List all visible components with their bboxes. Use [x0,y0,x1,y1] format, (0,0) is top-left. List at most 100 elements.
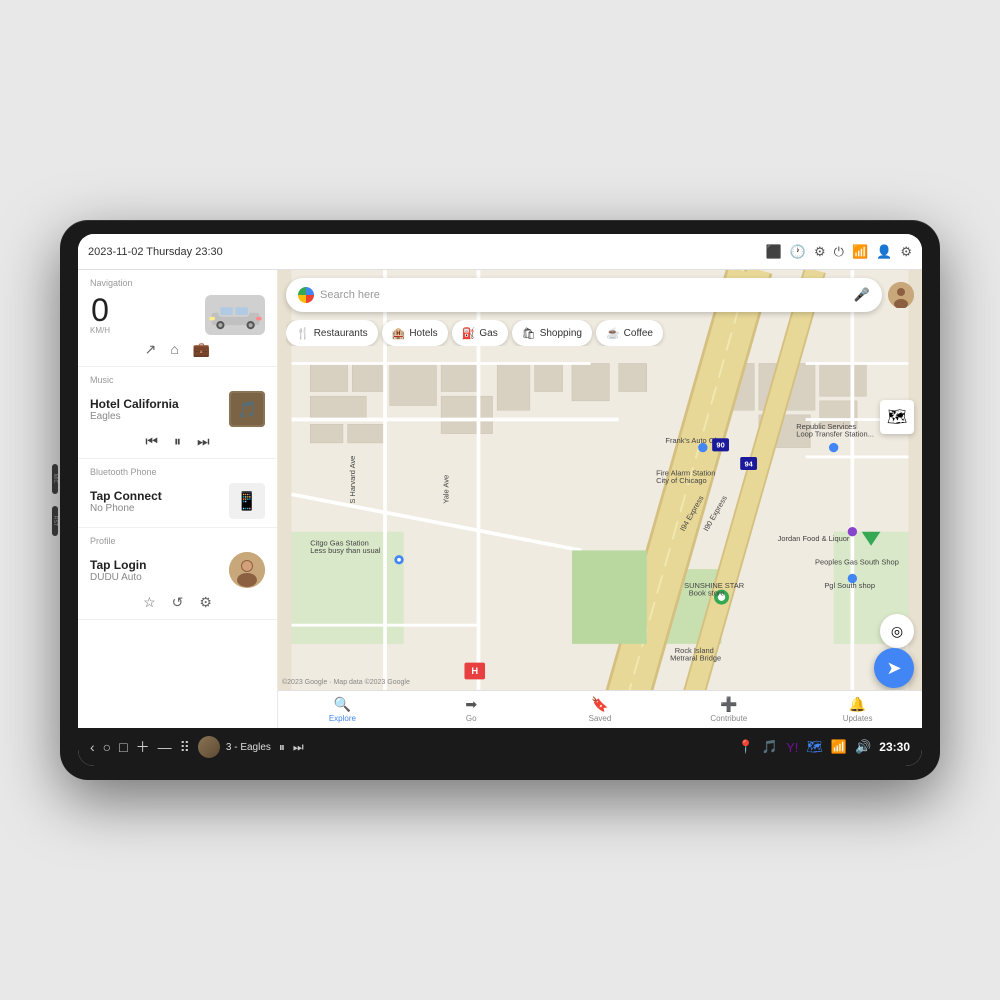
main-content: Navigation 0 KM/H [78,270,922,728]
map-search-bar: Search here 🎤 [286,278,914,312]
bluetooth-label: Bluetooth Phone [90,467,265,477]
bluetooth-info: Tap Connect No Phone [90,489,221,514]
recent-button[interactable]: ↺ [172,594,184,611]
profile-section: Profile Tap Login DUDU Auto [78,528,277,620]
profile-subtitle: DUDU Auto [90,572,221,583]
svg-text:City of Chicago: City of Chicago [656,476,707,485]
filter-pills: 🍴 Restaurants 🏨 Hotels ⛽ Gas 🛍 Shopping [286,320,914,346]
updates-icon: 🔔 [849,696,866,713]
prev-button[interactable]: ⏮ [145,433,158,450]
svg-text:Metraral Bridge: Metraral Bridge [670,654,721,663]
system-time: 23:30 [879,740,910,754]
speed-unit: KM/H [90,326,110,335]
music-thumb-img: 🎵 [229,391,265,427]
layers-icon: 🗺 [887,407,907,427]
hotels-filter[interactable]: 🏨 Hotels [382,320,448,346]
add-button[interactable]: ＋ [136,737,150,757]
explore-icon: 🔍 [334,696,351,713]
svg-text:Pgl South shop: Pgl South shop [824,581,875,590]
contribute-label: Contribute [710,714,747,723]
destination-button[interactable]: 💼 [193,341,210,358]
maps-app-icon: 🗺 [806,739,823,755]
now-playing-controls: ⏸ ⏭ [279,740,304,755]
music-title: Hotel California [90,397,221,411]
explore-tab[interactable]: 🔍 Explore [278,691,407,728]
bottom-bar: ‹ ○ □ ＋ — ⠿ 3 - Eagles ⏸ ⏭ 📍 🎵 Y! 🗺 [78,728,922,766]
navigation-section: Navigation 0 KM/H [78,270,277,367]
svg-text:Jordan Food & Liquor: Jordan Food & Liquor [778,534,850,543]
gear-icon[interactable]: ⚙ [900,244,912,260]
coffee-label: Coffee [624,328,653,339]
car-display-device: MIC RST 2023-11-02 Thursday 23:30 ⬛ 🕐 ⚙ … [60,220,940,780]
volume-icon: 🔊 [855,739,871,755]
recents-button[interactable]: □ [119,739,127,755]
compass-icon: ◎ [891,623,903,640]
display-icon[interactable]: ⬛ [766,244,782,260]
profile-info: Tap Login DUDU Auto [90,558,221,583]
voice-search-button[interactable]: 🎤 [854,287,870,303]
minus-button[interactable]: — [158,739,172,755]
pause-button[interactable]: ⏸ [174,433,181,450]
status-icons: 📍 🎵 Y! 🗺 📶 🔊 23:30 [738,739,910,755]
np-pause-button[interactable]: ⏸ [279,740,285,755]
updates-tab[interactable]: 🔔 Updates [793,691,922,728]
navigate-fab[interactable]: ➤ [874,648,914,688]
svg-text:94: 94 [744,459,753,468]
music-artist: Eagles [90,411,221,422]
profile-label: Profile [90,536,265,546]
rst-button[interactable]: RST [52,506,58,536]
nav-actions: ↗ ⌂ 💼 [90,341,265,358]
search-box[interactable]: Search here 🎤 [286,278,882,312]
shopping-filter[interactable]: 🛍 Shopping [512,320,592,346]
back-button[interactable]: ‹ [90,739,95,755]
now-playing-avatar [198,736,220,758]
bluetooth-title: Tap Connect [90,489,221,503]
car-svg [208,299,263,330]
power-icon[interactable]: ⏻ [834,244,844,260]
compass-button[interactable]: ◎ [880,614,914,648]
go-tab[interactable]: ➡ Go [407,691,536,728]
coffee-filter[interactable]: ☕ Coffee [596,320,663,346]
google-logo [298,287,314,303]
favorite-button[interactable]: ☆ [143,594,156,611]
wifi-icon[interactable]: 📶 [852,244,868,260]
user-icon[interactable]: 👤 [876,244,892,260]
next-button[interactable]: ⏭ [197,433,210,450]
music-info: Hotel California Eagles [90,397,221,422]
updates-label: Updates [843,714,873,723]
clock-icon[interactable]: 🕐 [790,244,806,260]
svg-text:Less busy than usual: Less busy than usual [310,546,381,555]
mic-button[interactable]: MIC [52,464,58,494]
bluetooth-subtitle: No Phone [90,503,221,514]
navigation-label: Navigation [90,278,265,288]
yahoo-icon: Y! [786,740,798,755]
screen: 2023-11-02 Thursday 23:30 ⬛ 🕐 ⚙ ⏻ 📶 👤 ⚙ … [78,234,922,766]
gas-filter[interactable]: ⛽ Gas [452,320,508,346]
map-area[interactable]: S Harvard Ave Yale Ave H [278,270,922,728]
top-bar: 2023-11-02 Thursday 23:30 ⬛ 🕐 ⚙ ⏻ 📶 👤 ⚙ [78,234,922,270]
wifi-status-icon: 📶 [831,739,847,755]
contribute-icon: ➕ [720,696,737,713]
restaurants-filter[interactable]: 🍴 Restaurants [286,320,378,346]
profile-name: Tap Login [90,558,221,572]
now-playing: 3 - Eagles [198,736,271,758]
settings-button[interactable]: ⚙ [199,594,212,611]
apps-grid-button[interactable]: ⠿ [180,739,190,756]
restaurants-icon: 🍴 [296,327,310,340]
navigate-button[interactable]: ↗ [145,341,157,358]
saved-tab[interactable]: 🔖 Saved [536,691,665,728]
gas-label: Gas [479,328,497,339]
home-button[interactable]: ⌂ [170,341,178,358]
navigate-fab-icon: ➤ [886,658,901,679]
user-avatar[interactable] [888,282,914,308]
np-next-button[interactable]: ⏭ [293,740,304,755]
search-placeholder: Search here [320,289,848,301]
home-circle-button[interactable]: ○ [103,739,111,755]
settings-circle-icon[interactable]: ⚙ [814,244,826,260]
contribute-tab[interactable]: ➕ Contribute [664,691,793,728]
user-avatar-svg [888,282,914,308]
map-layers-button[interactable]: 🗺 [880,400,914,434]
restaurants-label: Restaurants [314,328,368,339]
profile-avatar [229,552,265,588]
music-section: Music Hotel California Eagles 🎵 [78,367,277,459]
